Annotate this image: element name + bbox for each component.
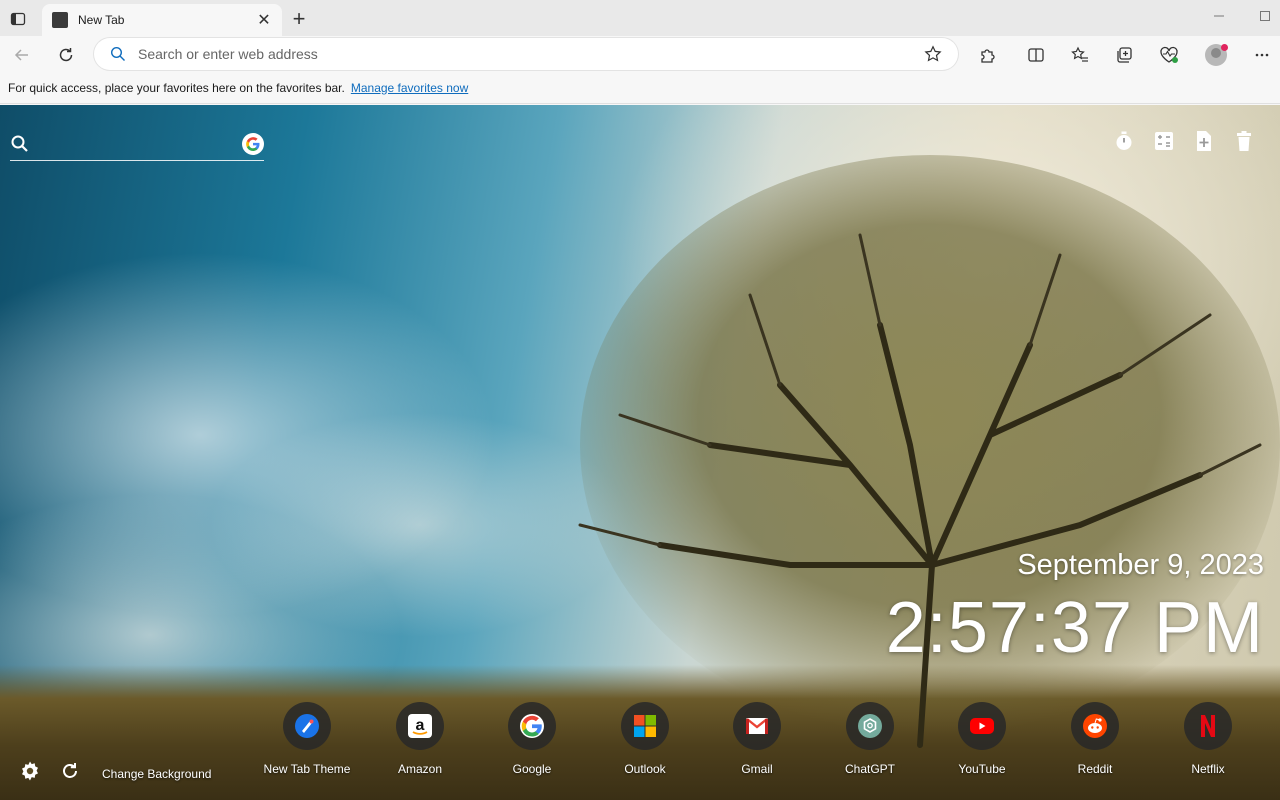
notification-dot <box>1221 44 1228 51</box>
settings-more-button[interactable] <box>1248 41 1276 69</box>
shortcut-reddit[interactable]: Reddit <box>1045 702 1145 776</box>
bottom-controls: Change Background <box>18 759 211 783</box>
change-background-button[interactable]: Change Background <box>102 767 211 781</box>
shortcut-amazon[interactable]: a Amazon <box>370 702 470 776</box>
browser-essentials-button[interactable] <box>1155 41 1183 69</box>
split-screen-icon <box>1028 48 1044 62</box>
more-dots-icon <box>1255 53 1269 57</box>
shortcut-google[interactable]: Google <box>482 702 582 776</box>
heart-pulse-icon <box>1160 46 1178 63</box>
shortcut-label: YouTube <box>958 762 1006 776</box>
gmail-icon <box>746 718 768 734</box>
background-tree-image <box>578 155 1280 748</box>
shortcut-icon-circle <box>621 702 669 750</box>
shortcut-icon-circle <box>1071 702 1119 750</box>
shortcut-label: New Tab Theme <box>263 762 351 776</box>
page-search-input[interactable] <box>38 135 242 152</box>
tab-actions-icon <box>10 12 26 26</box>
maximize-icon <box>1260 11 1270 21</box>
shortcut-youtube[interactable]: YouTube <box>932 702 1032 776</box>
extensions-button[interactable] <box>974 41 1002 69</box>
refresh-icon <box>59 48 73 62</box>
collections-button[interactable] <box>1110 41 1138 69</box>
shortcut-icon-circle <box>283 702 331 750</box>
netflix-icon <box>1201 715 1215 737</box>
shortcut-label: Gmail <box>741 762 773 776</box>
puzzle-icon <box>981 49 995 63</box>
favorites-bar: For quick access, place your favorites h… <box>0 72 1280 104</box>
split-screen-button[interactable] <box>1022 41 1050 69</box>
shortcut-chatgpt[interactable]: ChatGPT <box>820 702 920 776</box>
shortcut-label: Reddit <box>1077 762 1113 776</box>
tab-actions-button[interactable] <box>6 7 30 31</box>
manage-favorites-link[interactable]: Manage favorites now <box>351 81 468 95</box>
address-bar[interactable] <box>94 38 958 70</box>
youtube-icon <box>970 718 994 734</box>
timer-button[interactable] <box>1112 129 1136 153</box>
chatgpt-icon <box>858 714 882 738</box>
new-tab-theme-icon <box>295 714 319 738</box>
favorites-list-icon <box>1071 46 1088 62</box>
collections-icon <box>1117 47 1132 63</box>
page-search-bar[interactable] <box>10 127 264 161</box>
trash-icon <box>1237 131 1251 151</box>
add-note-icon <box>1197 131 1211 151</box>
profile-button[interactable] <box>1202 41 1230 69</box>
refresh-button[interactable] <box>52 41 80 69</box>
shortcut-label: Amazon <box>397 762 443 776</box>
calculator-button[interactable] <box>1152 129 1176 153</box>
gear-icon <box>22 761 38 781</box>
page-tools <box>1112 129 1256 153</box>
google-g-icon <box>246 136 260 151</box>
page-settings-button[interactable] <box>18 759 42 783</box>
clock-display: 2:57:37 PM <box>885 588 1264 668</box>
shortcut-icon-circle <box>508 702 556 750</box>
google-icon <box>520 714 544 738</box>
delete-button[interactable] <box>1232 129 1256 153</box>
tab-favicon-icon <box>52 12 68 28</box>
tab-new-tab[interactable]: New Tab ✕ <box>42 4 282 36</box>
shortcut-icon-circle <box>846 702 894 750</box>
back-arrow-icon <box>14 49 28 61</box>
shortcut-new-tab-theme[interactable]: New Tab Theme <box>257 702 357 776</box>
address-input[interactable] <box>138 46 924 62</box>
google-icon[interactable] <box>242 132 264 155</box>
favorite-star-icon[interactable] <box>924 45 942 63</box>
microsoft-icon <box>634 715 656 737</box>
browser-toolbar <box>0 36 1280 72</box>
new-tab-button[interactable]: + <box>286 6 312 32</box>
minimize-icon <box>1214 15 1224 17</box>
shortcut-icon-circle <box>1184 702 1232 750</box>
calculator-icon <box>1155 132 1173 150</box>
amazon-icon: a <box>408 714 432 738</box>
refresh-icon <box>63 763 77 778</box>
tab-title: New Tab <box>78 13 125 27</box>
reddit-icon <box>1083 714 1107 738</box>
shortcut-label: Netflix <box>1191 762 1225 776</box>
new-note-button[interactable] <box>1192 129 1216 153</box>
maximize-button[interactable] <box>1250 4 1280 28</box>
shortcut-icon-circle: a <box>396 702 444 750</box>
back-button[interactable] <box>8 41 36 69</box>
refresh-background-button[interactable] <box>58 759 82 783</box>
stopwatch-icon <box>1116 131 1132 150</box>
minimize-button[interactable] <box>1204 4 1234 28</box>
tab-close-icon[interactable]: ✕ <box>252 8 276 32</box>
favorites-button[interactable] <box>1066 41 1094 69</box>
shortcut-netflix[interactable]: Netflix <box>1158 702 1258 776</box>
shortcut-gmail[interactable]: Gmail <box>707 702 807 776</box>
new-tab-page: September 9, 2023 2:57:37 PM New Tab The… <box>0 105 1280 800</box>
svg-text:a: a <box>416 717 425 734</box>
date-display: September 9, 2023 <box>1017 549 1264 581</box>
tab-strip: New Tab ✕ + <box>0 0 1280 36</box>
search-icon <box>11 135 28 152</box>
shortcut-label: ChatGPT <box>844 762 895 776</box>
shortcut-icon-circle <box>958 702 1006 750</box>
shortcut-icon-circle <box>733 702 781 750</box>
favorites-bar-message: For quick access, place your favorites h… <box>8 80 345 95</box>
shortcut-label: Outlook <box>624 762 666 776</box>
shortcut-label: Google <box>512 762 552 776</box>
search-icon <box>110 46 125 61</box>
shortcut-outlook[interactable]: Outlook <box>595 702 695 776</box>
